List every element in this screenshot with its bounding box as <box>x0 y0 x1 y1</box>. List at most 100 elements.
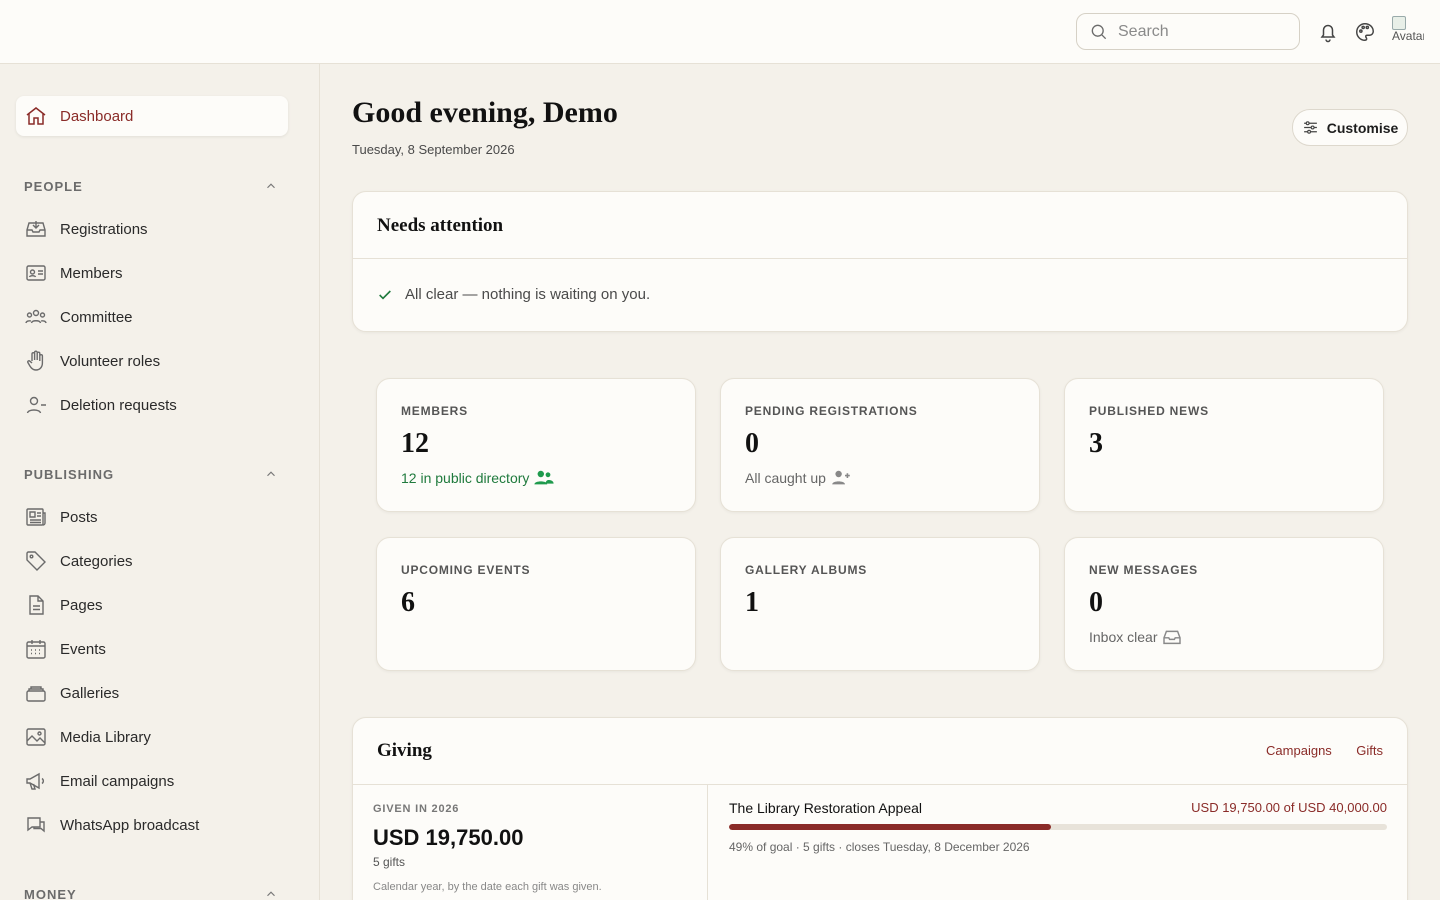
sidebar-item-label: Dashboard <box>60 107 134 125</box>
hand-icon <box>27 350 44 371</box>
sidebar: Dashboard PEOPLE Registrations Members C… <box>0 64 320 900</box>
broken-image-icon <box>1392 16 1406 30</box>
search-input[interactable] <box>1118 22 1288 41</box>
sidebar-item-label: Categories <box>60 552 133 570</box>
sidebar-item-label: Email campaigns <box>60 772 175 790</box>
sidebar-item-label: Events <box>60 640 106 658</box>
sliders-icon <box>1303 121 1317 134</box>
page-title: Good evening, Demo <box>352 96 618 129</box>
sidebar-item-events[interactable]: Events <box>24 633 288 665</box>
stack-icon <box>26 686 46 702</box>
section-header-money[interactable]: MONEY <box>24 884 278 900</box>
sidebar-item-committee[interactable]: Committee <box>24 301 288 333</box>
inbox-icon <box>1163 630 1182 645</box>
sidebar-item-label: Committee <box>60 308 133 326</box>
stat-card-published-news[interactable]: PUBLISHED NEWS 3 <box>1064 378 1384 512</box>
sidebar-item-label: Registrations <box>60 220 148 238</box>
sidebar-item-dashboard[interactable]: Dashboard <box>16 96 288 136</box>
section-title: MONEY <box>24 886 77 900</box>
section-header-people[interactable]: PEOPLE <box>24 176 278 196</box>
card-title: Needs attention <box>353 192 1407 259</box>
stat-title: PUBLISHED NEWS <box>1089 404 1209 418</box>
newspaper-icon <box>26 508 46 526</box>
sidebar-item-media-library[interactable]: Media Library <box>24 721 288 753</box>
summary-value: USD 19,750.00 <box>373 825 524 850</box>
id-card-icon <box>26 265 46 281</box>
section-title: PUBLISHING <box>24 466 115 482</box>
stat-title: PENDING REGISTRATIONS <box>745 404 918 418</box>
stat-card-new-messages[interactable]: NEW MESSAGES 0 Inbox clear <box>1064 537 1384 671</box>
sidebar-item-galleries[interactable]: Galleries <box>24 677 288 709</box>
campaign-name: The Library Restoration Appeal <box>729 800 922 816</box>
needs-attention-card: Needs attention All clear — nothing is w… <box>352 191 1408 332</box>
search-icon <box>1091 24 1107 39</box>
card-title: Giving <box>377 740 432 761</box>
sidebar-item-pages[interactable]: Pages <box>24 589 288 621</box>
stat-card-pending-registrations[interactable]: PENDING REGISTRATIONS 0 All caught up <box>720 378 1040 512</box>
stat-value: 1 <box>745 587 759 618</box>
inbox-download-icon <box>26 221 46 237</box>
user-plus-icon <box>832 470 850 485</box>
sidebar-item-label: WhatsApp broadcast <box>60 816 200 834</box>
sidebar-item-label: Volunteer roles <box>60 352 161 370</box>
tag-icon <box>26 551 46 571</box>
user-minus-icon <box>26 396 46 414</box>
chevron-up-icon[interactable] <box>264 467 278 481</box>
bell-icon[interactable] <box>1316 20 1340 44</box>
gifts-link[interactable]: Gifts <box>1356 743 1383 758</box>
summary-note: Calendar year, by the date each gift was… <box>373 881 602 893</box>
home-icon <box>26 107 46 125</box>
giving-summary: GIVEN IN 2026 USD 19,750.00 5 gifts Cale… <box>353 785 708 900</box>
campaign-row[interactable]: The Library Restoration Appeal USD 19,75… <box>729 800 1387 854</box>
chevron-up-icon[interactable] <box>264 179 278 193</box>
group-icon <box>25 309 47 324</box>
search-box[interactable] <box>1076 13 1300 50</box>
sidebar-item-registrations[interactable]: Registrations <box>24 213 288 245</box>
customise-label: Customise <box>1326 119 1399 136</box>
image-icon <box>26 728 46 746</box>
stat-title: GALLERY ALBUMS <box>745 563 868 577</box>
campaigns-link[interactable]: Campaigns <box>1266 743 1332 758</box>
avatar[interactable]: Avatar <box>1392 16 1424 48</box>
stat-subtitle: 12 in public directory <box>401 470 530 486</box>
stat-card-gallery-albums[interactable]: GALLERY ALBUMS 1 <box>720 537 1040 671</box>
sidebar-item-label: Deletion requests <box>60 396 177 414</box>
giving-card: Giving Campaigns Gifts GIVEN IN 2026 USD… <box>352 717 1408 900</box>
stat-card-upcoming-events[interactable]: UPCOMING EVENTS 6 <box>376 537 696 671</box>
chevron-up-icon[interactable] <box>264 887 278 900</box>
customise-button[interactable]: Customise <box>1292 109 1408 146</box>
stat-title: UPCOMING EVENTS <box>401 563 531 577</box>
stat-subtitle: All caught up <box>745 470 826 486</box>
stat-value: 0 <box>745 428 759 459</box>
stat-value: 6 <box>401 587 415 618</box>
campaign-progress-fill <box>729 824 1052 830</box>
stat-title: NEW MESSAGES <box>1089 563 1198 577</box>
palette-icon[interactable] <box>1354 21 1376 43</box>
top-bar: Avatar <box>0 0 1440 64</box>
campaign-progress-bar <box>729 824 1387 830</box>
attention-message: All clear — nothing is waiting on you. <box>405 286 651 303</box>
sidebar-item-email-campaigns[interactable]: Email campaigns <box>24 765 288 797</box>
section-header-publishing[interactable]: PUBLISHING <box>24 464 278 484</box>
check-icon <box>379 289 391 299</box>
sidebar-item-posts[interactable]: Posts <box>24 501 288 533</box>
sidebar-item-whatsapp-broadcast[interactable]: WhatsApp broadcast <box>24 809 288 841</box>
sidebar-item-label: Pages <box>60 596 103 614</box>
section-title: PEOPLE <box>24 178 83 194</box>
sidebar-item-members[interactable]: Members <box>24 257 288 289</box>
megaphone-icon <box>26 772 44 790</box>
stat-value: 12 <box>401 428 429 459</box>
calendar-icon <box>26 640 46 659</box>
stat-subtitle: Inbox clear <box>1089 629 1158 645</box>
sidebar-item-categories[interactable]: Categories <box>24 545 288 577</box>
summary-title: GIVEN IN 2026 <box>373 803 460 815</box>
campaign-amount: USD 19,750.00 of USD 40,000.00 <box>1191 800 1387 815</box>
stat-value: 0 <box>1089 587 1103 618</box>
document-icon <box>29 595 44 615</box>
stat-card-members[interactable]: MEMBERS 12 12 in public directory <box>376 378 696 512</box>
sidebar-item-label: Posts <box>60 508 98 526</box>
sidebar-item-deletion-requests[interactable]: Deletion requests <box>24 389 288 421</box>
stat-value: 3 <box>1089 428 1103 459</box>
users-icon <box>534 470 555 485</box>
sidebar-item-volunteer-roles[interactable]: Volunteer roles <box>24 345 288 377</box>
